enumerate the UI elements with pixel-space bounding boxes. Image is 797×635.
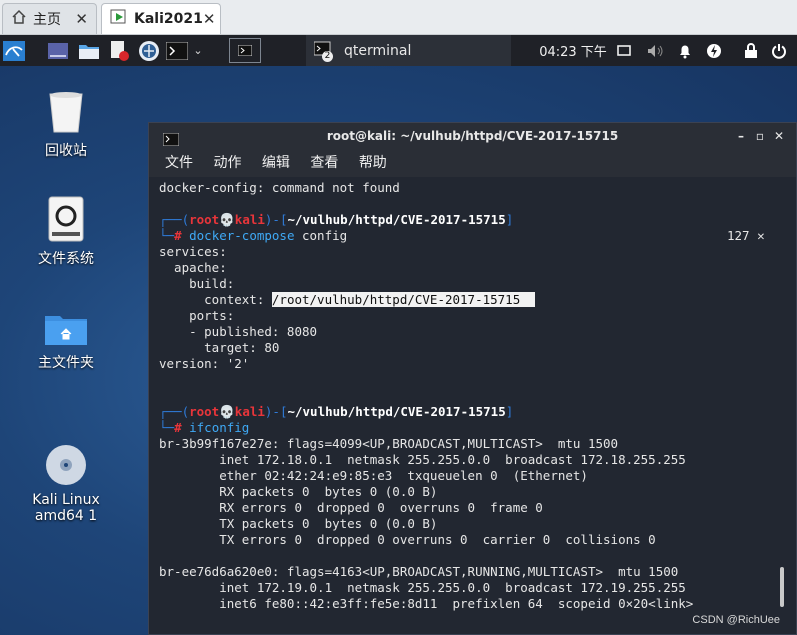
maximize-icon[interactable]: ▫ <box>756 123 764 149</box>
output-line: TX errors 0 dropped 0 overruns 0 carrier… <box>159 532 656 547</box>
prompt-line: ┌──(root💀kali)-[~/vulhub/httpd/CVE-2017-… <box>159 212 514 227</box>
prompt-user: root <box>189 212 220 227</box>
prompt-host: kali <box>234 404 265 419</box>
tab-kali2021-label: Kali2021 <box>134 11 203 27</box>
menu-actions[interactable]: 动作 <box>213 155 241 171</box>
output-line: - published: 8080 <box>159 324 318 339</box>
output-line: RX packets 0 bytes 0 (0.0 B) <box>159 484 438 499</box>
trash-icon <box>47 90 85 134</box>
tab-kali2021[interactable]: Kali2021 ✕ <box>101 3 221 34</box>
terminal-output[interactable]: docker-config: command not found ┌──(roo… <box>149 177 796 634</box>
output-line: inet 172.19.0.1 netmask 255.255.0.0 broa… <box>159 580 686 595</box>
terminal-title: root@kali: ~/vulhub/httpd/CVE-2017-15715 <box>326 129 619 143</box>
exit-status-text: 127 ✕ <box>727 228 765 243</box>
desktop-icon-filesystem[interactable]: 文件系统 <box>11 196 121 268</box>
power-icon[interactable] <box>770 40 788 61</box>
command: docker-compose <box>189 228 295 243</box>
prompt-user: root <box>189 404 220 419</box>
home-icon <box>11 9 27 29</box>
tab-home-label: 主页 <box>33 12 61 28</box>
menu-file[interactable]: 文件 <box>165 155 193 171</box>
command-line: └─# ifconfig <box>159 420 250 435</box>
prompt-line: ┌──(root💀kali)-[~/vulhub/httpd/CVE-2017-… <box>159 404 514 419</box>
workspace-switcher[interactable] <box>229 38 261 63</box>
output-line: RX errors 0 dropped 0 overruns 0 frame 0 <box>159 500 543 515</box>
skull-icon: 💀 <box>219 404 235 419</box>
folder-icon[interactable] <box>78 40 100 61</box>
output-line: br-3b99f167e27e: flags=4099<UP,BROADCAST… <box>159 436 619 451</box>
output-line: ether 02:42:24:e9:85:e3 txqueuelen 0 (Et… <box>159 468 588 483</box>
taskbar-label: qterminal <box>344 42 412 59</box>
output-line: apache: <box>159 260 227 275</box>
watermark: CSDN @RichUee <box>692 614 780 626</box>
lock-screen-icon[interactable] <box>742 40 760 61</box>
output-line: inet6 fe80::42:e3ff:fe5e:8d11 prefixlen … <box>159 596 694 611</box>
display-icon[interactable] <box>616 40 632 61</box>
skull-icon: 💀 <box>219 212 235 227</box>
exit-status: 127 ✕ <box>727 228 765 244</box>
power-manager-icon[interactable] <box>705 40 723 61</box>
scrollbar[interactable] <box>780 567 784 607</box>
disc-icon <box>45 428 87 485</box>
tab-home[interactable]: 主页 ✕ <box>2 3 97 34</box>
notification-bell-icon[interactable] <box>676 40 694 61</box>
selected-text[interactable]: /root/vulhub/httpd/CVE-2017-15715 <box>271 292 536 307</box>
desktop-icon-label: 文件系统 <box>38 251 94 267</box>
output-line: docker-config: command not found <box>159 180 400 195</box>
desktop-icon-label: 回收站 <box>45 143 87 159</box>
chevron-down-icon[interactable]: ⌄ <box>191 40 205 61</box>
home-folder-icon <box>44 312 88 346</box>
clock[interactable]: 04:23 下午 <box>536 40 610 61</box>
desktop-icon-label: 主文件夹 <box>38 355 94 371</box>
taskbar-qterminal[interactable]: 2 qterminal <box>306 35 511 66</box>
prompt-host: kali <box>234 212 265 227</box>
desktop-icon-kali-disc[interactable]: Kali Linux amd64 1 <box>11 412 121 540</box>
desktop-icon-home[interactable]: 主文件夹 <box>11 312 121 372</box>
close-icon[interactable]: ✕ <box>203 10 216 28</box>
output-line: build: <box>159 276 235 291</box>
command-line: └─# docker-compose config <box>159 228 348 243</box>
terminal-titlebar[interactable]: root@kali: ~/vulhub/httpd/CVE-2017-15715… <box>149 123 796 149</box>
volume-icon[interactable] <box>647 40 665 61</box>
menu-view[interactable]: 查看 <box>310 155 338 171</box>
prompt-path: ~/vulhub/httpd/CVE-2017-15715 <box>287 404 506 419</box>
kali-menu-icon[interactable] <box>3 40 25 61</box>
prompt-path: ~/vulhub/httpd/CVE-2017-15715 <box>287 212 506 227</box>
command-args: config <box>294 228 348 243</box>
terminal-menubar: 文件 动作 编辑 查看 帮助 <box>149 149 796 177</box>
output-line: ports: <box>159 308 235 323</box>
browser-icon[interactable] <box>138 40 160 61</box>
terminal-icon: 2 <box>313 40 333 62</box>
close-icon[interactable]: ✕ <box>75 10 88 28</box>
output-line: target: 80 <box>159 340 280 355</box>
output-line: TX packets 0 bytes 0 (0.0 B) <box>159 516 438 531</box>
terminal-launcher-icon[interactable] <box>166 40 188 61</box>
output-line: services: <box>159 244 227 259</box>
output-line: inet 172.18.0.1 netmask 255.255.0.0 broa… <box>159 452 686 467</box>
minimize-icon[interactable]: – <box>738 123 744 149</box>
vm-tab-bar: 主页 ✕ Kali2021 ✕ <box>0 0 797 35</box>
menu-help[interactable]: 帮助 <box>359 155 387 171</box>
desktop-icon-label: Kali Linux amd64 1 <box>32 492 100 524</box>
terminal-window[interactable]: root@kali: ~/vulhub/httpd/CVE-2017-15715… <box>148 122 797 635</box>
output-line: version: '2' <box>159 356 250 371</box>
output-line: context: /root/vulhub/httpd/CVE-2017-157… <box>159 292 536 308</box>
top-panel: ⌄ 2 qterminal 04:23 下午 <box>0 35 797 66</box>
output-line: br-ee76d6a620e0: flags=4163<UP,BROADCAST… <box>159 564 679 579</box>
vm-play-icon <box>110 9 128 29</box>
drive-icon <box>48 196 84 242</box>
output-key: context: <box>159 292 272 307</box>
window-count-badge: 2 <box>322 50 333 62</box>
close-icon[interactable]: ✕ <box>774 123 784 149</box>
menu-edit[interactable]: 编辑 <box>262 155 290 171</box>
workspace-icon[interactable] <box>48 40 68 61</box>
command: ifconfig <box>189 420 250 435</box>
text-editor-icon[interactable] <box>108 40 130 61</box>
desktop-icon-trash[interactable]: 回收站 <box>11 90 121 160</box>
